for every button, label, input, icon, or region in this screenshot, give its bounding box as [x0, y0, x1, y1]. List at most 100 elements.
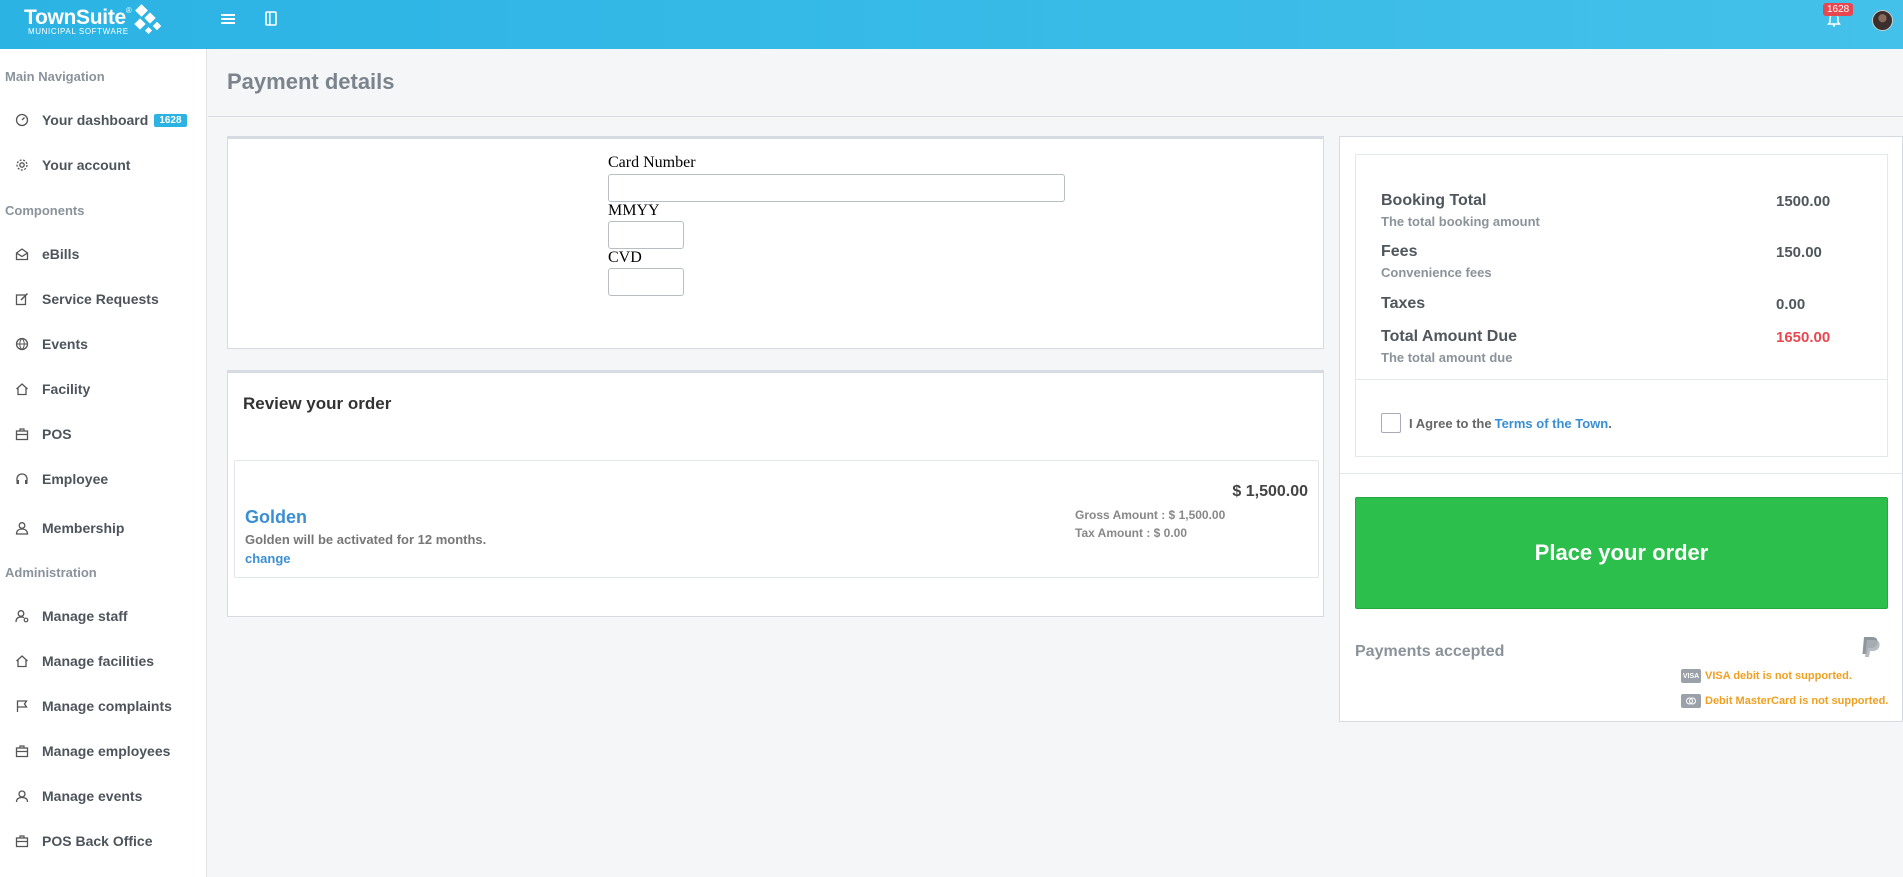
dashboard-icon — [14, 112, 30, 128]
agree-period: . — [1608, 415, 1612, 431]
logo-mark-icon — [134, 4, 162, 35]
payments-accepted-label: Payments accepted — [1355, 643, 1505, 660]
headset-icon — [14, 471, 30, 487]
user-gear-icon — [14, 608, 30, 624]
sidebar-item-label: POS Back Office — [42, 833, 153, 849]
mmyy-label: MMYY — [608, 202, 660, 219]
divider — [1340, 473, 1902, 474]
section-title-administration: Administration — [5, 565, 97, 580]
mastercard-icon — [1681, 694, 1701, 708]
hamburger-menu-icon[interactable] — [221, 13, 235, 25]
sidebar-item-manage-complaints[interactable]: Manage complaints — [14, 694, 172, 718]
sidebar-item-label: Manage complaints — [42, 698, 172, 714]
agree-text: I Agree to the — [1409, 415, 1492, 431]
card-number-label: Card Number — [608, 154, 696, 171]
total-due-value: 1650.00 — [1776, 329, 1831, 346]
envelope-open-icon — [14, 246, 30, 262]
sidebar-item-your-dashboard[interactable]: Your dashboard 1628 — [14, 108, 187, 132]
briefcase-icon — [14, 426, 30, 442]
section-title-components: Components — [5, 203, 85, 218]
home-icon — [14, 653, 30, 669]
basketball-icon — [14, 336, 30, 352]
sidebar-item-label: Your account — [42, 157, 131, 173]
section-title-main-navigation: Main Navigation — [5, 69, 105, 84]
visa-card-icon: VISA — [1681, 669, 1701, 683]
mmyy-input[interactable] — [608, 221, 684, 249]
sidebar-item-events[interactable]: Events — [14, 332, 88, 356]
sidebar-item-service-requests[interactable]: Service Requests — [14, 287, 159, 311]
total-due-sub: The total amount due — [1381, 350, 1513, 365]
logo-subtitle: MUNICIPAL SOFTWARE — [28, 27, 129, 36]
sidebar-item-label: eBills — [42, 246, 80, 262]
sidebar-item-label: Your dashboard — [42, 112, 149, 128]
order-item: $ 1,500.00 Golden Golden will be activat… — [234, 460, 1319, 578]
page-title: Payment details — [227, 69, 395, 94]
sidebar-item-label: Manage staff — [42, 608, 128, 624]
top-bar: TownSuite® MUNICIPAL SOFTWARE 1628 — [0, 0, 1903, 49]
edit-icon — [14, 291, 30, 307]
visa-debit-warning: VISA VISA debit is not supported. — [1681, 669, 1852, 683]
fees-sub: Convenience fees — [1381, 265, 1492, 280]
booking-total-label: Booking Total — [1381, 192, 1487, 209]
user-group-icon — [14, 788, 30, 804]
gear-icon — [14, 157, 30, 173]
sidebar-item-label: Service Requests — [42, 291, 159, 307]
sidebar-toggle-icon[interactable] — [265, 11, 277, 26]
sidebar-item-manage-facilities[interactable]: Manage facilities — [14, 649, 154, 673]
sidebar-item-label: Events — [42, 336, 88, 352]
page-header: Payment details — [208, 49, 1903, 117]
place-order-button[interactable]: Place your order — [1355, 497, 1888, 609]
booking-total-sub: The total booking amount — [1381, 214, 1540, 229]
change-link[interactable]: change — [245, 551, 291, 566]
sidebar-item-manage-staff[interactable]: Manage staff — [14, 604, 128, 628]
agree-terms: I Agree to the Terms of the Town. — [1381, 413, 1612, 433]
payment-form-card: Card Number MMYY CVD — [227, 136, 1324, 349]
divider — [1356, 379, 1887, 380]
booking-total-value: 1500.00 — [1776, 193, 1831, 210]
item-name[interactable]: Golden — [245, 507, 307, 528]
sidebar-item-membership[interactable]: Membership — [14, 516, 124, 540]
sidebar-item-your-account[interactable]: Your account — [14, 153, 130, 177]
terms-link[interactable]: Terms of the Town — [1495, 416, 1609, 431]
totals-box: Booking Total The total booking amount 1… — [1355, 154, 1888, 457]
mastercard-debit-warning: Debit MasterCard is not supported. — [1681, 694, 1888, 708]
taxes-label: Taxes — [1381, 295, 1426, 312]
avatar[interactable] — [1872, 10, 1893, 31]
sidebar-item-facility[interactable]: Facility — [14, 377, 90, 401]
card-number-input[interactable] — [608, 174, 1065, 202]
sidebar-item-employee[interactable]: Employee — [14, 467, 108, 491]
review-order-card: Review your order $ 1,500.00 Golden Gold… — [227, 370, 1324, 617]
total-due-label: Total Amount Due — [1381, 328, 1517, 345]
sidebar-item-pos-back-office[interactable]: POS Back Office — [14, 829, 153, 853]
agree-checkbox[interactable] — [1381, 413, 1401, 433]
gross-amount: Gross Amount : $ 1,500.00 — [1075, 508, 1226, 522]
sidebar-item-manage-events[interactable]: Manage events — [14, 784, 142, 808]
logo[interactable]: TownSuite® MUNICIPAL SOFTWARE — [24, 6, 132, 36]
dashboard-count-badge: 1628 — [154, 113, 187, 127]
sidebar-item-ebills[interactable]: eBills — [14, 242, 79, 266]
order-summary-panel: Booking Total The total booking amount 1… — [1339, 136, 1903, 722]
sidebar-item-label: Manage events — [42, 788, 143, 804]
sidebar: Main Navigation Your dashboard 1628 Your… — [0, 49, 207, 877]
briefcase-icon — [14, 743, 30, 759]
item-description: Golden will be activated for 12 months. — [245, 532, 487, 547]
home-icon — [14, 381, 30, 397]
mastercard-warning-text: Debit MasterCard is not supported. — [1705, 695, 1889, 707]
sidebar-item-label: Manage employees — [42, 743, 171, 759]
taxes-value: 0.00 — [1776, 296, 1806, 313]
briefcase-icon — [14, 833, 30, 849]
sidebar-item-pos[interactable]: POS — [14, 422, 72, 446]
sidebar-item-manage-employees[interactable]: Manage employees — [14, 739, 170, 763]
sidebar-item-label: Facility — [42, 381, 91, 397]
sidebar-item-label: Employee — [42, 471, 109, 487]
cvd-input[interactable] — [608, 268, 684, 296]
fees-label: Fees — [1381, 243, 1418, 260]
paypal-icon — [1862, 637, 1880, 657]
tax-amount: Tax Amount : $ 0.00 — [1075, 526, 1188, 540]
flag-icon — [14, 698, 30, 714]
fees-value: 150.00 — [1776, 244, 1822, 261]
item-price: $ 1,500.00 — [1232, 483, 1308, 500]
sidebar-item-label: POS — [42, 426, 72, 442]
cvd-label: CVD — [608, 249, 642, 266]
visa-warning-text: VISA debit is not supported. — [1705, 670, 1852, 682]
